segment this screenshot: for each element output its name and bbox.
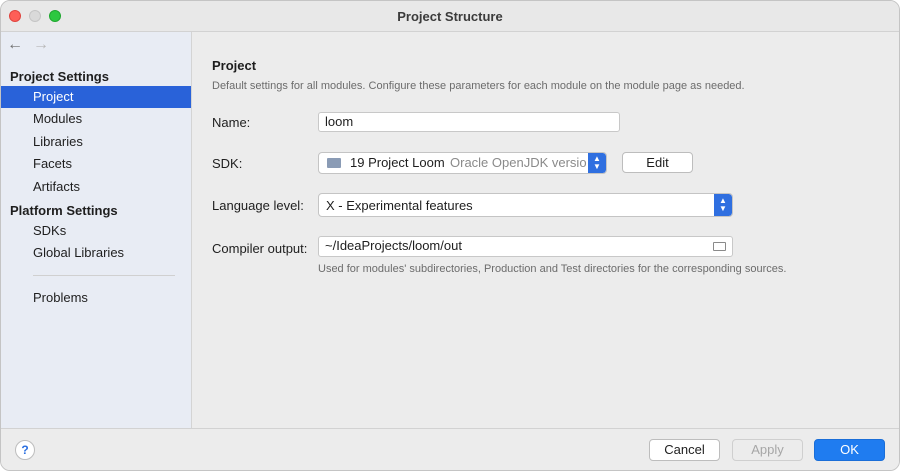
chevron-updown-icon: ▲ ▼ bbox=[714, 194, 732, 216]
folder-icon bbox=[327, 158, 341, 168]
arrow-right-icon[interactable]: → bbox=[33, 36, 59, 54]
nav-arrows: ← → bbox=[7, 36, 59, 54]
apply-button[interactable]: Apply bbox=[732, 439, 803, 461]
dialog-footer: ? Cancel Apply OK bbox=[1, 428, 899, 470]
language-level-value: X - Experimental features bbox=[326, 198, 473, 213]
sidebar-item-modules[interactable]: Modules bbox=[1, 108, 191, 130]
page-description: Default settings for all modules. Config… bbox=[212, 80, 745, 92]
window-title: Project Structure bbox=[397, 9, 503, 24]
cancel-button[interactable]: Cancel bbox=[649, 439, 720, 461]
language-level-select[interactable]: X - Experimental features ▲ ▼ bbox=[318, 193, 733, 217]
project-structure-window: Project Structure ← → Project Settings Pr… bbox=[0, 0, 900, 471]
folder-icon[interactable] bbox=[713, 242, 726, 251]
sidebar-divider bbox=[33, 275, 175, 276]
sidebar-item-project[interactable]: Project bbox=[1, 86, 191, 108]
sidebar-item-problems[interactable]: Problems bbox=[1, 287, 191, 309]
title-bar: Project Structure bbox=[1, 1, 899, 32]
chevron-updown-icon: ▲ ▼ bbox=[588, 153, 606, 173]
ok-button[interactable]: OK bbox=[814, 439, 885, 461]
compiler-output-field[interactable]: ~/IdeaProjects/loom/out bbox=[318, 236, 733, 257]
sidebar-item-sdks[interactable]: SDKs bbox=[1, 220, 191, 242]
sidebar-item-artifacts[interactable]: Artifacts bbox=[1, 176, 191, 198]
sidebar: ← → Project Settings Project Modules Libr… bbox=[1, 32, 192, 428]
help-button[interactable]: ? bbox=[15, 440, 35, 460]
page-title: Project bbox=[212, 58, 257, 73]
language-level-label: Language level: bbox=[212, 198, 304, 213]
project-settings-heading: Project Settings bbox=[10, 69, 109, 84]
name-label: Name: bbox=[212, 115, 251, 130]
compiler-output-value: ~/IdeaProjects/loom/out bbox=[325, 238, 462, 253]
sidebar-item-global-libraries[interactable]: Global Libraries bbox=[1, 242, 191, 264]
main-panel: Project Default settings for all modules… bbox=[192, 32, 899, 428]
sdk-detail: Oracle OpenJDK versio bbox=[450, 155, 587, 170]
sidebar-item-facets[interactable]: Facets bbox=[1, 153, 191, 175]
sdk-label: SDK: bbox=[212, 156, 243, 171]
arrow-left-icon[interactable]: ← bbox=[7, 36, 33, 54]
sdk-select[interactable]: 19 Project Loom Oracle OpenJDK versio ▲ ▼ bbox=[318, 152, 607, 174]
compiler-output-label: Compiler output: bbox=[212, 241, 308, 256]
platform-settings-heading: Platform Settings bbox=[10, 203, 118, 218]
name-field[interactable]: loom bbox=[318, 112, 620, 132]
sidebar-item-libraries[interactable]: Libraries bbox=[1, 131, 191, 153]
compiler-output-hint: Used for modules' subdirectories, Produc… bbox=[318, 263, 787, 275]
sdk-value: 19 Project Loom bbox=[350, 155, 445, 170]
edit-sdk-button[interactable]: Edit bbox=[622, 152, 693, 173]
